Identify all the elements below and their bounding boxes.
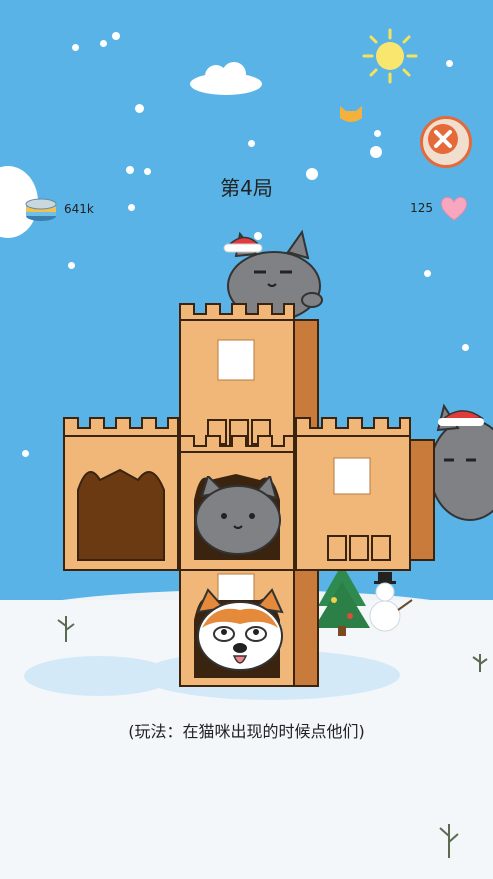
cloud-icon [190, 62, 262, 95]
snowflake [248, 140, 255, 147]
cat-in-window[interactable] [192, 476, 288, 556]
snowflake [374, 130, 381, 137]
snowflake [446, 60, 453, 67]
dog-in-window[interactable] [194, 588, 286, 674]
coin-count: 641k [64, 202, 94, 216]
close-icon [428, 124, 458, 154]
snowflake [72, 44, 79, 51]
snowflake [424, 270, 431, 277]
snowflake [370, 146, 382, 158]
sun-icon [362, 28, 418, 84]
instruction-text: (玩法：在猫咪出现的时候点他们) [128, 722, 365, 741]
snowflake [128, 204, 135, 211]
snowflake [462, 344, 469, 351]
coin-can-icon [25, 198, 57, 221]
twig [472, 654, 488, 672]
snowflake [112, 32, 120, 40]
lives-counter: 125 [410, 194, 469, 222]
cat-head-icon [340, 106, 362, 122]
heart-icon [440, 196, 468, 221]
lives-count: 125 [410, 201, 433, 215]
coin-counter: 641k [24, 196, 94, 222]
snowflake [22, 450, 29, 457]
snowflake [135, 104, 144, 113]
snowflake [68, 262, 75, 269]
close-button[interactable] [420, 116, 472, 168]
twig [439, 824, 459, 858]
snowflake [100, 40, 107, 47]
